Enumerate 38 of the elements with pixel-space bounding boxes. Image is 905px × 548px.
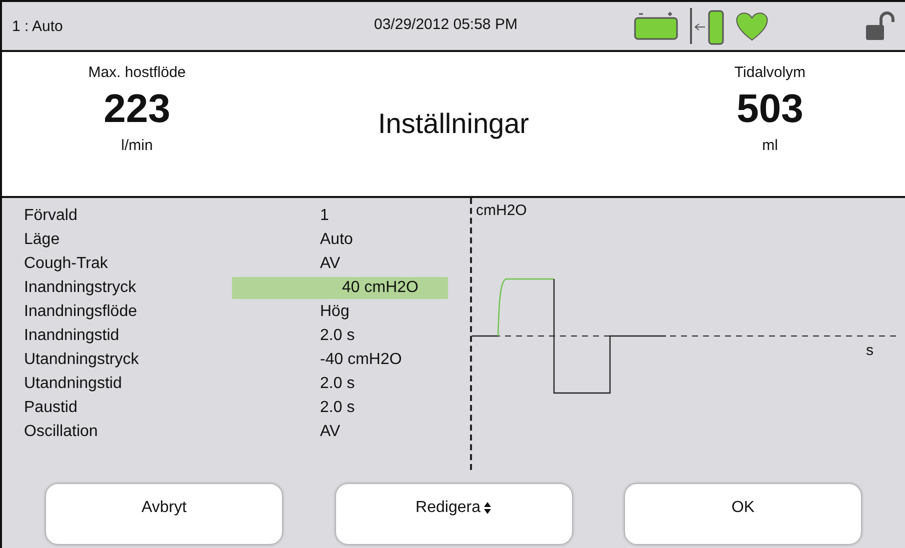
date-time: 03/29/2012 05:58 PM <box>374 16 518 33</box>
setting-value[interactable]: AV <box>232 421 448 443</box>
heart-icon <box>735 11 769 41</box>
axis-unit: s <box>866 342 874 359</box>
action-button[interactable]: OK <box>625 484 861 544</box>
metric-unit: l/min <box>121 137 153 154</box>
metric-value: 223 <box>104 86 170 133</box>
setting-value[interactable]: -40 cmH2O <box>232 349 448 371</box>
setting-label: Läge <box>24 231 61 249</box>
setting-label: Förvald <box>24 207 78 225</box>
charging-battery-icon <box>687 6 727 46</box>
setting-label: Paustid <box>24 399 78 417</box>
setting-value[interactable]: AV <box>232 253 448 275</box>
metric-unit: ml <box>762 137 778 154</box>
setting-value[interactable]: 2.0 s <box>232 373 448 395</box>
setting-label: Inandningsflöde <box>24 303 138 321</box>
setting-value[interactable]: 2.0 s <box>232 325 448 347</box>
action-button[interactable]: Avbryt <box>46 484 282 544</box>
metric-label: Max. hostflöde <box>88 64 186 81</box>
setting-value[interactable]: Hög <box>232 301 448 323</box>
setting-value[interactable]: 40 cmH2O <box>232 277 448 299</box>
setting-value[interactable]: 1 <box>232 205 448 227</box>
up-down-caret-icon <box>484 502 492 514</box>
setting-value[interactable]: 2.0 s <box>232 397 448 419</box>
setting-label: Inandningstid <box>24 327 120 345</box>
setting-label: Inandningstryck <box>24 279 138 297</box>
battery-icon <box>633 11 679 41</box>
setting-label: Utandningstryck <box>24 351 140 369</box>
metric-label: Tidalvolym <box>734 64 806 81</box>
screen-title: Inställningar <box>378 108 529 140</box>
setting-value[interactable]: Auto <box>232 229 448 251</box>
setting-label: Cough-Trak <box>24 255 109 273</box>
edit-button[interactable]: Redigera <box>336 484 572 544</box>
mode-label: 1 : Auto <box>12 18 63 34</box>
setting-label: Utandningstid <box>24 375 123 393</box>
axis-unit: cmH2O <box>476 202 527 219</box>
metric-value: 503 <box>736 86 804 133</box>
setting-label: Oscillation <box>24 423 99 441</box>
